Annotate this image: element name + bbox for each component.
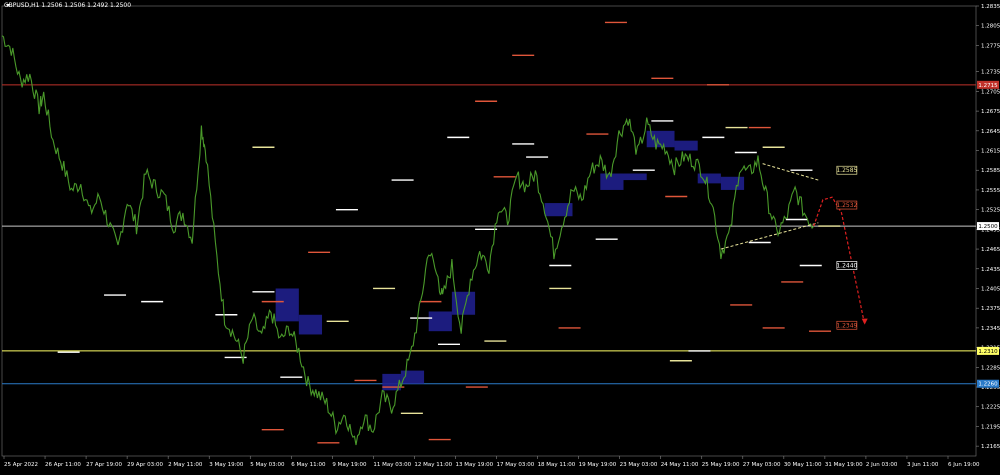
x-tick-label-16: 24 May 11:00 bbox=[661, 462, 699, 468]
y-tick-label-21: 1.2195 bbox=[981, 424, 1000, 430]
x-tick-label-10: 12 May 11:00 bbox=[414, 462, 452, 468]
support-blue-axis-label: 1.2260 bbox=[978, 382, 998, 388]
zone-box-7 bbox=[600, 173, 624, 190]
y-tick-label-22: 1.2165 bbox=[981, 444, 1000, 450]
y-tick-label-18: 1.2285 bbox=[981, 365, 1000, 371]
y-tick-label-4: 1.2705 bbox=[981, 89, 1000, 95]
x-tick-label-13: 18 May 11:00 bbox=[538, 462, 576, 468]
y-tick-label-13: 1.2435 bbox=[981, 267, 1000, 273]
x-tick-label-12: 17 May 03:00 bbox=[497, 462, 535, 468]
symbol-header: GBPUSD,H1 1.2506 1.2506 1.2492 1.2500 bbox=[4, 2, 132, 9]
x-tick-label-20: 31 May 19:00 bbox=[825, 462, 863, 468]
x-tick-label-19: 30 May 11:00 bbox=[784, 462, 822, 468]
y-tick-label-5: 1.2675 bbox=[981, 109, 1000, 115]
zone-box-2 bbox=[428, 311, 452, 332]
y-tick-label-7: 1.2615 bbox=[981, 149, 1000, 155]
y-tick-label-12: 1.2465 bbox=[981, 247, 1000, 253]
x-tick-label-3: 29 Apr 03:00 bbox=[127, 462, 163, 468]
zone-box-0 bbox=[275, 288, 299, 322]
price-box-label-3: 1.2349 bbox=[836, 322, 857, 329]
resistance-axis-label: 1.2715 bbox=[978, 83, 998, 89]
zone-box-1 bbox=[298, 314, 323, 335]
price-box-label-0: 1.2585 bbox=[836, 167, 857, 174]
x-tick-label-17: 25 May 19:00 bbox=[702, 462, 740, 468]
zone-box-12 bbox=[720, 176, 745, 190]
x-tick-label-11: 13 May 19:00 bbox=[455, 462, 493, 468]
y-tick-label-9: 1.2555 bbox=[981, 188, 1000, 194]
price-box-label-2: 1.2440 bbox=[836, 262, 857, 269]
x-tick-label-14: 19 May 19:00 bbox=[579, 462, 617, 468]
x-tick-label-8: 9 May 19:00 bbox=[332, 462, 367, 468]
y-tick-label-2: 1.2775 bbox=[981, 43, 1000, 49]
x-tick-label-22: 3 Jun 11:00 bbox=[907, 462, 939, 468]
price-chart[interactable]: 1.2585 1.2532 1.2440 1.2349 1.2835 1.2805 1.27… bbox=[0, 0, 1000, 471]
y-tick-label-0: 1.2835 bbox=[981, 4, 1000, 10]
y-tick-label-20: 1.2225 bbox=[981, 405, 1000, 411]
y-tick-label-6: 1.2645 bbox=[981, 129, 1000, 135]
x-tick-label-7: 6 May 11:00 bbox=[291, 462, 326, 468]
x-tick-label-15: 23 May 03:00 bbox=[620, 462, 658, 468]
zone-box-8 bbox=[623, 173, 647, 181]
x-tick-label-23: 6 Jun 19:00 bbox=[948, 462, 980, 468]
x-tick-label-1: 26 Apr 11:00 bbox=[45, 462, 81, 468]
y-tick-label-8: 1.2585 bbox=[981, 168, 1000, 174]
y-tick-label-3: 1.2735 bbox=[981, 70, 1000, 76]
x-tick-label-4: 2 May 11:00 bbox=[168, 462, 203, 468]
x-tick-label-0: 25 Apr 2022 bbox=[4, 462, 38, 468]
x-tick-label-9: 11 May 03:00 bbox=[373, 462, 411, 468]
x-tick-label-2: 27 Apr 19:00 bbox=[86, 462, 122, 468]
x-tick-label-21: 2 Jun 03:00 bbox=[866, 462, 898, 468]
chart-area[interactable]: 1.2585 1.2532 1.2440 1.2349 1.2835 1.2805 1.27… bbox=[0, 0, 1000, 471]
support-yellow-axis-label: 1.2310 bbox=[978, 349, 998, 355]
y-tick-label-10: 1.2525 bbox=[981, 208, 1000, 214]
current-price-axis-label: 1.2500 bbox=[978, 224, 998, 230]
y-tick-label-16: 1.2345 bbox=[981, 326, 1000, 332]
price-box-label-1: 1.2532 bbox=[836, 202, 857, 209]
zone-box-10 bbox=[674, 140, 698, 151]
x-tick-label-5: 3 May 19:00 bbox=[209, 462, 244, 468]
y-tick-label-1: 1.2805 bbox=[981, 24, 1000, 30]
x-tick-label-6: 5 May 03:00 bbox=[250, 462, 285, 468]
x-tick-label-18: 27 May 03:00 bbox=[743, 462, 781, 468]
y-tick-label-15: 1.2375 bbox=[981, 306, 1000, 312]
zone-box-11 bbox=[697, 173, 721, 184]
chart-background bbox=[0, 0, 1000, 471]
y-tick-label-14: 1.2405 bbox=[981, 286, 1000, 292]
